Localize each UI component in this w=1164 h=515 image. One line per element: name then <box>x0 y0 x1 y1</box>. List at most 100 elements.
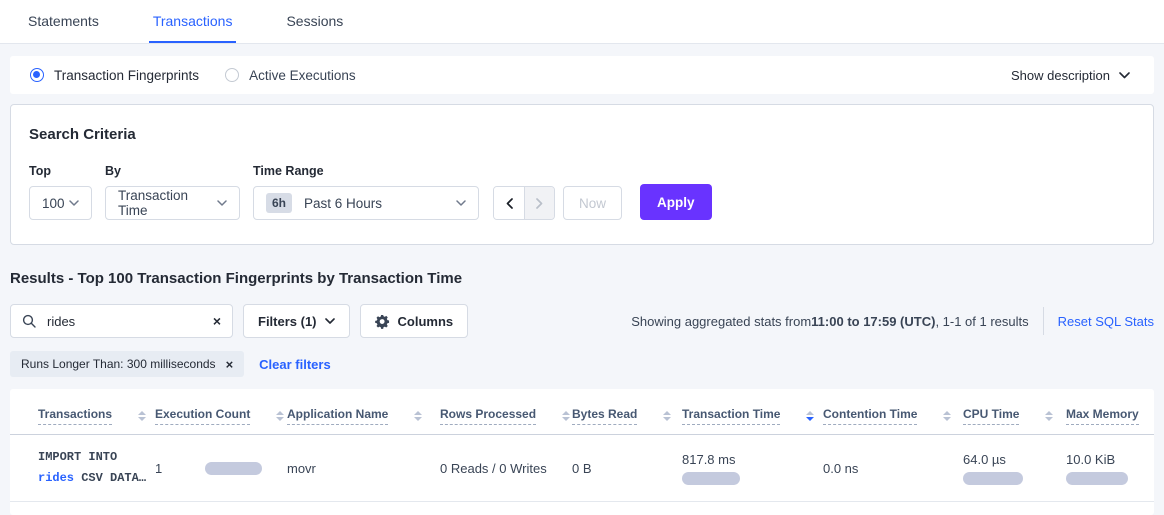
transaction-time-cell: 817.8 ms <box>682 452 815 485</box>
sort-icon-active-desc[interactable] <box>806 411 814 421</box>
stats-prefix: Showing aggregated stats from <box>631 314 811 329</box>
search-input[interactable] <box>45 313 213 330</box>
time-range-select[interactable]: 6h Past 6 Hours <box>253 186 479 220</box>
tab-transactions[interactable]: Transactions <box>149 0 237 43</box>
execution-count-value: 1 <box>155 461 162 476</box>
table-row: IMPORT INTO rides CSV DATA… 1 movr 0 Rea… <box>10 435 1154 502</box>
clear-filters-link[interactable]: Clear filters <box>259 357 331 372</box>
transaction-line1: IMPORT INTO <box>38 447 147 468</box>
radio-label: Active Executions <box>249 68 356 83</box>
top-select-value: 100 <box>42 196 65 211</box>
sort-icon[interactable] <box>943 411 951 421</box>
col-rows-processed[interactable]: Rows Processed <box>440 407 536 425</box>
time-range-field: Time Range 6h Past 6 Hours <box>253 164 479 220</box>
cpu-time-value: 64.0 µs <box>963 452 1006 467</box>
col-bytes-read[interactable]: Bytes Read <box>572 407 637 425</box>
col-application-name[interactable]: Application Name <box>287 407 388 425</box>
search-icon <box>22 314 36 328</box>
sort-icon[interactable] <box>414 411 422 421</box>
sort-icon[interactable] <box>138 411 146 421</box>
execution-count-bar <box>205 462 262 475</box>
chevron-down-icon <box>325 318 335 324</box>
remove-filter-icon[interactable]: × <box>226 357 234 372</box>
transaction-time-bar <box>682 472 740 485</box>
chevron-down-icon <box>456 200 466 206</box>
by-label: By <box>105 164 240 178</box>
results-section: Results - Top 100 Transaction Fingerprin… <box>10 270 1154 377</box>
sort-icon[interactable] <box>663 411 671 421</box>
stats-suffix: , 1-1 of 1 results <box>935 314 1028 329</box>
page-tabbar: Statements Transactions Sessions <box>0 0 1164 44</box>
filter-chip-label: Runs Longer Than: 300 milliseconds <box>21 357 216 371</box>
bytes-read-value: 0 B <box>572 461 592 476</box>
filter-chip: Runs Longer Than: 300 milliseconds × <box>10 351 244 377</box>
rows-processed-value: 0 Reads / 0 Writes <box>440 461 547 476</box>
show-description-toggle[interactable]: Show description <box>1011 68 1130 83</box>
radio-label: Transaction Fingerprints <box>54 68 199 83</box>
show-description-label: Show description <box>1011 68 1110 83</box>
search-criteria-card: Search Criteria Top 100 By Transaction T… <box>10 104 1154 245</box>
radio-transaction-fingerprints[interactable]: Transaction Fingerprints <box>30 68 199 83</box>
transaction-line2-rest: CSV DATA… <box>74 471 146 485</box>
results-table: Transactions Execution Count Application… <box>10 389 1154 502</box>
filters-button[interactable]: Filters (1) <box>243 304 350 338</box>
stats-range: 11:00 to 17:59 (UTC) <box>811 314 935 329</box>
cpu-time-cell: 64.0 µs <box>963 452 1058 485</box>
search-box[interactable]: × <box>10 304 233 338</box>
results-table-card: Transactions Execution Count Application… <box>10 389 1154 515</box>
transaction-link[interactable]: rides <box>38 471 74 485</box>
sort-icon[interactable] <box>1045 411 1053 421</box>
apply-button[interactable]: Apply <box>640 184 712 220</box>
radio-selected-icon <box>30 68 44 82</box>
filters-label: Filters (1) <box>258 314 317 329</box>
max-memory-cell: 10.0 KiB <box>1066 452 1146 485</box>
results-heading: Results - Top 100 Transaction Fingerprin… <box>10 270 1154 287</box>
reset-sql-stats-link[interactable]: Reset SQL Stats <box>1058 314 1154 329</box>
radio-active-executions[interactable]: Active Executions <box>225 68 356 83</box>
cpu-time-bar <box>963 472 1023 485</box>
col-transaction-time[interactable]: Transaction Time <box>682 407 780 425</box>
col-cpu-time[interactable]: CPU Time <box>963 407 1019 425</box>
time-prev-button[interactable] <box>494 187 524 219</box>
time-range-label: Time Range <box>253 164 479 178</box>
chevron-down-icon <box>217 200 227 206</box>
transaction-fingerprint[interactable]: IMPORT INTO rides CSV DATA… <box>38 447 147 489</box>
clear-search-icon[interactable]: × <box>213 314 221 328</box>
gear-icon <box>375 314 390 329</box>
col-transactions[interactable]: Transactions <box>38 407 112 425</box>
table-header-row: Transactions Execution Count Application… <box>10 389 1154 435</box>
time-nav-group <box>493 186 555 220</box>
by-select-value: Transaction Time <box>118 188 217 218</box>
top-select[interactable]: 100 <box>29 186 92 220</box>
tab-statements[interactable]: Statements <box>24 0 103 43</box>
columns-button[interactable]: Columns <box>360 304 469 338</box>
stats-summary: Showing aggregated stats from 11:00 to 1… <box>631 314 1028 329</box>
transaction-line2: rides CSV DATA… <box>38 468 147 489</box>
contention-time-value: 0.0 ns <box>823 461 858 476</box>
search-criteria-title: Search Criteria <box>29 126 1135 143</box>
chevron-down-icon <box>69 200 79 206</box>
divider <box>1043 307 1044 335</box>
max-memory-value: 10.0 KiB <box>1066 452 1115 467</box>
radio-unselected-icon <box>225 68 239 82</box>
top-label: Top <box>29 164 92 178</box>
view-toggle-strip: Transaction Fingerprints Active Executio… <box>10 56 1154 94</box>
tab-sessions[interactable]: Sessions <box>282 0 347 43</box>
top-field: Top 100 <box>29 164 92 220</box>
by-select[interactable]: Transaction Time <box>105 186 240 220</box>
execution-count-cell: 1 <box>155 461 279 476</box>
sort-icon[interactable] <box>562 411 570 421</box>
columns-label: Columns <box>398 314 454 329</box>
max-memory-bar <box>1066 472 1128 485</box>
chevron-down-icon <box>1119 72 1130 79</box>
col-execution-count[interactable]: Execution Count <box>155 407 250 425</box>
time-range-value: Past 6 Hours <box>304 196 382 211</box>
transaction-time-value: 817.8 ms <box>682 452 735 467</box>
now-button[interactable]: Now <box>563 186 622 220</box>
col-contention-time[interactable]: Contention Time <box>823 407 917 425</box>
by-field: By Transaction Time <box>105 164 240 220</box>
time-next-button[interactable] <box>524 187 554 219</box>
time-range-badge: 6h <box>266 193 292 213</box>
sort-icon[interactable] <box>276 411 284 421</box>
col-max-memory[interactable]: Max Memory <box>1066 407 1139 425</box>
